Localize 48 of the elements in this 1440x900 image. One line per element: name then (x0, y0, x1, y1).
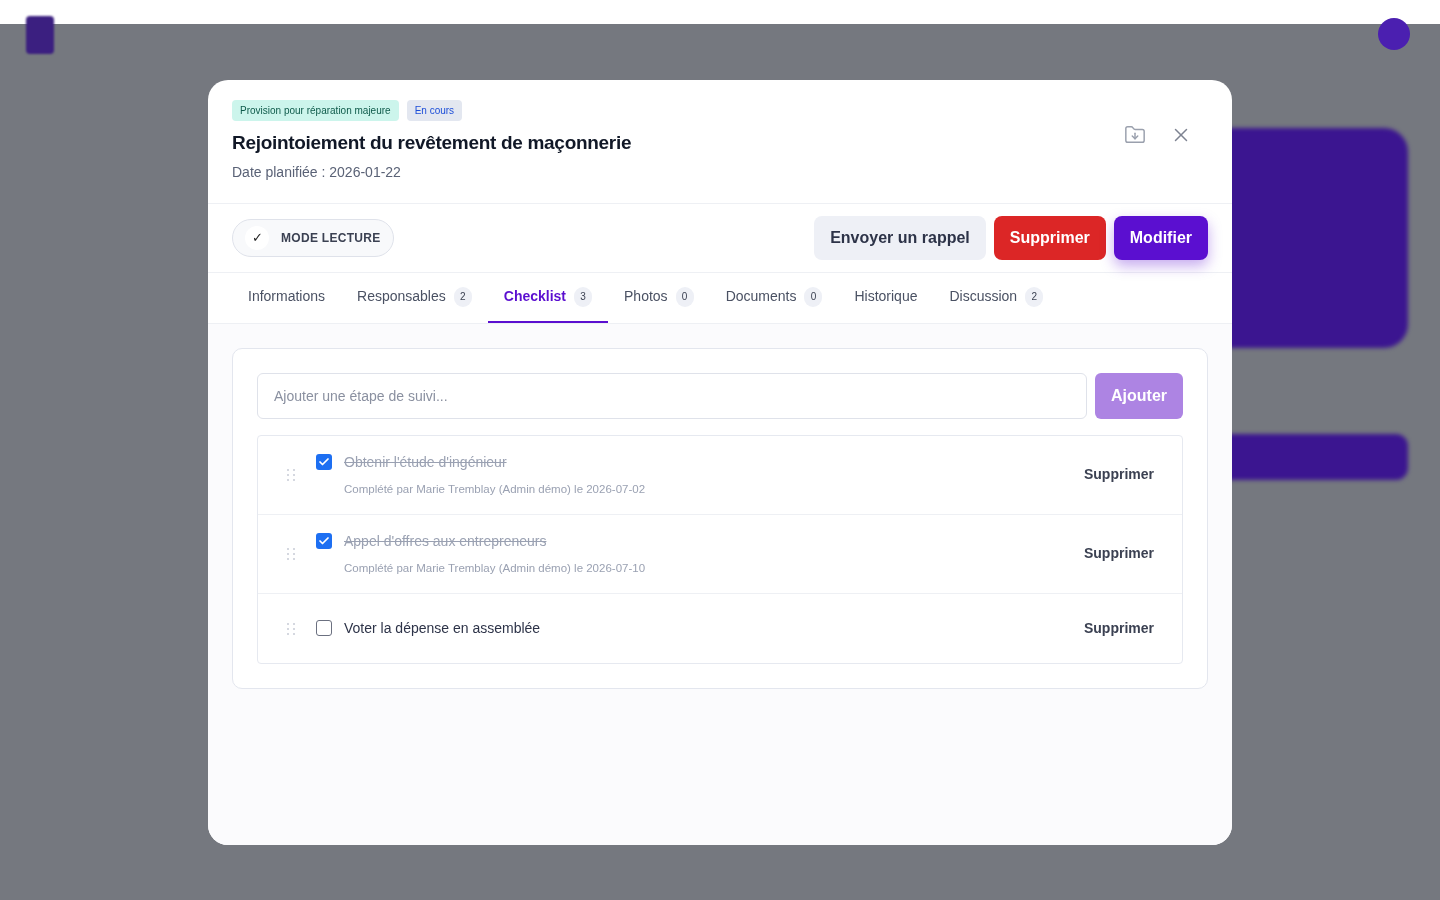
delete-step-link[interactable]: Supprimer (1084, 464, 1154, 486)
dialog-title: Rejointoiement du revêtement de maçonnerie (232, 131, 632, 155)
tab[interactable]: Discussion 2 (933, 272, 1060, 323)
tab-label: Historique (854, 287, 918, 306)
drag-handle-icon[interactable] (286, 467, 296, 482)
action-button[interactable]: Envoyer un rappel (814, 215, 986, 260)
step-label: Voter la dépense en assemblée (344, 619, 541, 638)
completion-note: Complété par Marie Tremblay (Admin démo) le 2026-07-02 (344, 481, 646, 497)
tab[interactable]: Photos 0 (608, 272, 710, 323)
tab-label: Discussion (949, 287, 1018, 306)
tab[interactable]: Informations (232, 272, 342, 323)
read-mode-toggle[interactable]: ✓ MODE LECTURE (232, 218, 394, 257)
checkbox[interactable] (316, 532, 332, 549)
delete-step-link[interactable]: Supprimer (1084, 618, 1154, 639)
step-label: Obtenir l'étude d'ingénieur (344, 452, 508, 472)
drag-handle-icon[interactable] (286, 546, 296, 561)
tab-label: Checklist (503, 287, 567, 306)
tab-count: 3 (574, 286, 593, 307)
blurred-logo (26, 16, 54, 54)
read-mode-label: MODE LECTURE (281, 229, 381, 247)
tag: Provision pour réparation majeure (232, 100, 399, 121)
tab-label: Documents (725, 287, 797, 306)
tab-count: 2 (453, 286, 472, 307)
completion-note: Complété par Marie Tremblay (Admin démo) le 2026-07-10 (344, 560, 646, 576)
tab-count: 0 (675, 286, 694, 307)
delete-step-link[interactable]: Supprimer (1084, 543, 1154, 565)
tab-label: Informations (248, 287, 326, 306)
tab[interactable]: Documents 0 (709, 272, 839, 323)
planned-date: Date planifiée : 2026-01-22 (232, 162, 402, 182)
step-label: Appel d'offres aux entrepreneurs (344, 531, 548, 551)
step-input-field[interactable]: Ajouter une étape de suivi... (257, 372, 1087, 419)
tab-label: Responsables (357, 287, 446, 306)
tab-count: 2 (1025, 286, 1044, 307)
tab[interactable]: Checklist 3 (487, 272, 609, 323)
check-icon (318, 455, 330, 468)
drag-handle-icon[interactable] (286, 621, 296, 636)
action-button[interactable]: Supprimer (993, 215, 1106, 260)
download-folder-icon[interactable] (1124, 124, 1146, 146)
checkbox[interactable] (316, 453, 332, 470)
check-icon (318, 534, 330, 547)
tag: En cours (406, 100, 463, 121)
checkbox[interactable] (316, 620, 332, 636)
check-mark: ✓ (245, 225, 269, 250)
tab-label: Photos (624, 287, 668, 306)
tab-count: 0 (804, 286, 823, 307)
tab[interactable]: Historique (838, 272, 934, 323)
tab[interactable]: Responsables 2 (341, 272, 488, 323)
action-button[interactable]: Modifier (1113, 215, 1208, 260)
